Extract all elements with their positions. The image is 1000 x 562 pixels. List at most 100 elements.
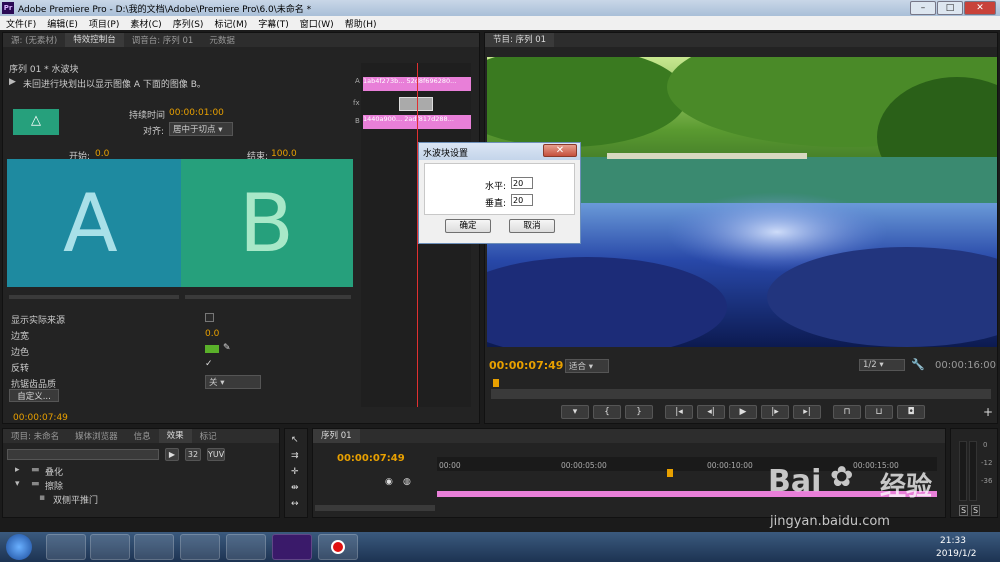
- effects-folder-wipe[interactable]: 擦除: [45, 479, 63, 492]
- start-button-icon[interactable]: [6, 534, 32, 560]
- end-value[interactable]: 100.0: [271, 149, 297, 159]
- extract-button[interactable]: ⊔: [865, 405, 893, 419]
- taskbar-premiere-icon[interactable]: [272, 534, 312, 560]
- yuv-icon[interactable]: YUV: [207, 448, 225, 461]
- selection-tool-icon[interactable]: ↖: [291, 435, 299, 445]
- align-label: 对齐:: [143, 127, 165, 137]
- transition-thumbnail-icon: △: [31, 113, 41, 128]
- meter-label-0: 0: [983, 441, 988, 449]
- program-timecode[interactable]: 00:00:07:49: [489, 359, 563, 372]
- mark-in-button[interactable]: {: [593, 405, 621, 419]
- timeline-timecode[interactable]: 00:00:07:49: [337, 453, 405, 464]
- export-frame-button[interactable]: ◘: [897, 405, 925, 419]
- accelerated-icon[interactable]: ▶: [165, 448, 179, 461]
- fit-dropdown[interactable]: 适合 ▾: [565, 359, 609, 373]
- custom-button[interactable]: 自定义...: [9, 389, 59, 402]
- close-button[interactable]: ✕: [964, 1, 996, 15]
- wave-block-settings-dialog: 水波块设置 ✕ 水平: 垂直: 确定 取消: [418, 142, 581, 244]
- menu-file[interactable]: 文件(F): [0, 16, 41, 30]
- cancel-button[interactable]: 取消: [509, 219, 555, 233]
- mark-out-button[interactable]: }: [625, 405, 653, 419]
- taskbar-qq-icon[interactable]: [134, 534, 174, 560]
- play-transition-icon[interactable]: ▶: [9, 77, 16, 87]
- effects-item-double-door[interactable]: 双侧平推门: [53, 493, 98, 506]
- preview-b: B: [181, 159, 353, 287]
- transition-block[interactable]: [399, 97, 433, 111]
- folder-dissolve-chevron-icon[interactable]: ▸: [15, 465, 20, 475]
- tab-effect-controls[interactable]: 特效控制台: [65, 33, 124, 47]
- effect-item-icon: ▪: [39, 493, 46, 503]
- effects-search-input[interactable]: [7, 449, 159, 460]
- wrench-icon[interactable]: 🔧: [911, 358, 925, 371]
- menu-clip[interactable]: 素材(C): [124, 16, 166, 30]
- tab-project[interactable]: 项目: 未命名: [3, 430, 67, 442]
- taskbar-record-icon[interactable]: [318, 534, 358, 560]
- duration-value[interactable]: 00:00:01:00: [169, 108, 224, 118]
- start-value[interactable]: 0.0: [95, 149, 109, 159]
- rate-stretch-tool-icon[interactable]: ↔: [291, 499, 299, 509]
- menu-edit[interactable]: 编辑(E): [41, 16, 83, 30]
- tab-info[interactable]: 信息: [126, 430, 159, 442]
- menu-project[interactable]: 项目(P): [83, 16, 124, 30]
- vertical-input[interactable]: [511, 194, 533, 206]
- effects-folder-dissolve[interactable]: 叠化: [45, 465, 63, 478]
- end-slider[interactable]: [185, 295, 351, 299]
- show-source-checkbox[interactable]: [205, 313, 214, 322]
- minimize-button[interactable]: –: [910, 1, 936, 15]
- program-scrub-bar[interactable]: [491, 389, 991, 399]
- marker-icon[interactable]: ◍: [403, 477, 411, 487]
- tab-metadata[interactable]: 元数据: [201, 34, 243, 46]
- ok-button[interactable]: 确定: [445, 219, 491, 233]
- quality-dropdown[interactable]: 1/2 ▾: [859, 359, 905, 371]
- border-width-value[interactable]: 0.0: [205, 329, 219, 339]
- tab-source[interactable]: 源: (无素材): [3, 34, 65, 46]
- rolling-edit-tool-icon[interactable]: ⇹: [291, 483, 299, 493]
- taskbar-media-icon[interactable]: [226, 534, 266, 560]
- reverse-checkbox[interactable]: ✓: [205, 359, 213, 369]
- timeline-playhead[interactable]: [667, 469, 673, 477]
- timeline-zoom-slider[interactable]: [315, 505, 435, 511]
- step-forward-button[interactable]: |▸: [761, 405, 789, 419]
- lift-button[interactable]: ⊓: [833, 405, 861, 419]
- transition-description: 未回进行块划出以显示图像 A 下面的图像 B。: [23, 80, 206, 90]
- menu-sequence[interactable]: 序列(S): [167, 16, 209, 30]
- tab-audio-mixer[interactable]: 调音台: 序列 01: [124, 34, 202, 46]
- align-dropdown[interactable]: 居中于切点 ▾: [169, 122, 233, 136]
- go-to-in-button[interactable]: |◂: [665, 405, 693, 419]
- sequence-header: 序列 01 * 水波块: [9, 65, 79, 75]
- tab-effects[interactable]: 效果: [158, 429, 192, 443]
- go-to-out-button[interactable]: ▸|: [793, 405, 821, 419]
- ripple-edit-tool-icon[interactable]: ✛: [291, 467, 299, 477]
- watermark-brand-2: 经验: [880, 472, 933, 502]
- preview-a-letter: A: [63, 177, 118, 270]
- start-slider[interactable]: [9, 295, 179, 299]
- tab-markers[interactable]: 标记: [192, 430, 225, 442]
- add-button-icon[interactable]: +: [983, 405, 993, 419]
- 32bit-icon[interactable]: 32: [185, 448, 201, 461]
- taskbar-browser-icon[interactable]: [46, 534, 86, 560]
- taskbar-firefox-icon[interactable]: [180, 534, 220, 560]
- folder-wipe-chevron-icon[interactable]: ▾: [15, 479, 20, 489]
- watermark-brand: Bai: [768, 464, 822, 499]
- step-back-button[interactable]: ◂|: [697, 405, 725, 419]
- duration-label: 持续时间: [129, 111, 166, 121]
- program-playhead[interactable]: [493, 379, 499, 387]
- maximize-button[interactable]: □: [937, 1, 963, 15]
- taskbar-explorer-icon[interactable]: [90, 534, 130, 560]
- tab-sequence[interactable]: 序列 01: [313, 429, 360, 443]
- menu-marker[interactable]: 标记(M): [208, 16, 252, 30]
- tab-program[interactable]: 节目: 序列 01: [485, 33, 555, 47]
- play-button[interactable]: ▶: [729, 405, 757, 419]
- antialias-dropdown[interactable]: 关 ▾: [205, 375, 261, 389]
- snap-icon[interactable]: ◉: [385, 477, 393, 487]
- dialog-close-button[interactable]: ✕: [543, 144, 577, 157]
- horizontal-input[interactable]: [511, 177, 533, 189]
- add-marker-button[interactable]: ▾: [561, 405, 589, 419]
- menu-title[interactable]: 字幕(T): [252, 16, 294, 30]
- border-color-swatch[interactable]: [205, 345, 219, 353]
- eyedropper-icon[interactable]: ✎: [223, 343, 231, 353]
- track-select-tool-icon[interactable]: ⇉: [291, 451, 299, 461]
- menu-window[interactable]: 窗口(W): [294, 16, 339, 30]
- menu-help[interactable]: 帮助(H): [339, 16, 382, 30]
- tab-media-browser[interactable]: 媒体浏览器: [67, 430, 126, 442]
